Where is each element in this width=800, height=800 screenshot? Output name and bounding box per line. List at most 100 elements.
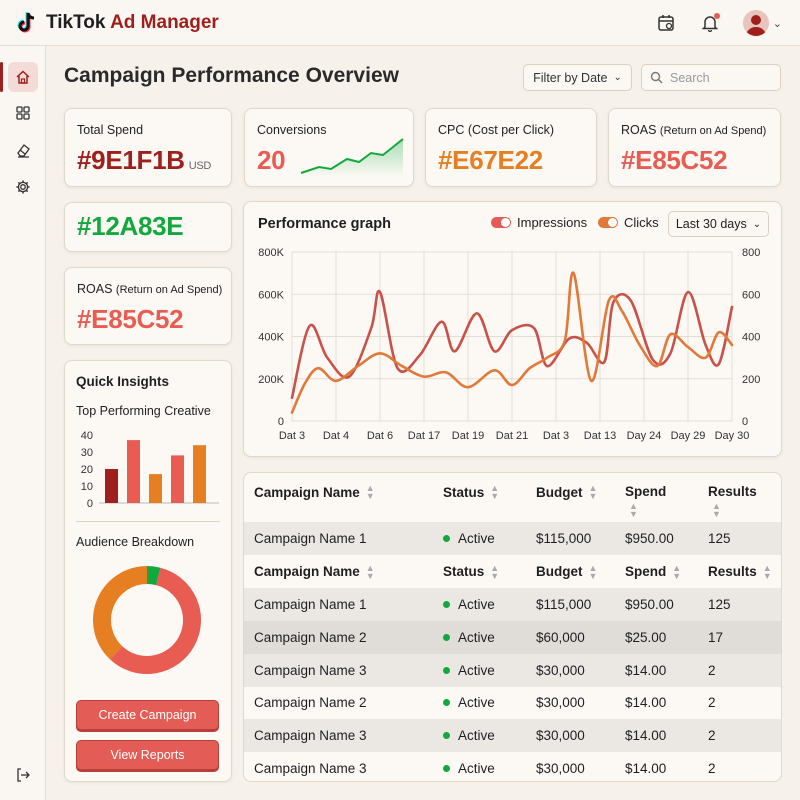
- kpi-card-roas[interactable]: ROAS (Return on Ad Spend) #E85C52: [608, 108, 781, 187]
- campaign-name-cell[interactable]: Campaign Name 3: [254, 752, 367, 781]
- column-header-budget[interactable]: Budget ▲ ▼: [536, 484, 598, 501]
- table-row[interactable]: Campaign Name 3 Active $30,000 $14.00 2: [244, 752, 781, 781]
- legend-impressions[interactable]: Impressions: [491, 215, 587, 230]
- app-logo[interactable]: TikTok Ad Manager: [14, 10, 219, 36]
- user-menu[interactable]: ⌄: [742, 10, 782, 36]
- kpi-card-conversions[interactable]: Conversions 20: [244, 108, 414, 187]
- sidebar-item-creative[interactable]: [8, 135, 38, 165]
- bar-y-tick-label: 40: [81, 430, 93, 442]
- table-row[interactable]: Campaign Name 1 Active $115,000 $950.00 125: [244, 588, 781, 621]
- status-cell: Active: [443, 654, 495, 687]
- column-header-campaign-name[interactable]: Campaign Name ▲ ▼: [254, 484, 375, 501]
- campaign-name-cell[interactable]: Campaign Name 1: [254, 522, 367, 555]
- budget-cell: $30,000: [536, 686, 585, 719]
- y-right-tick-label: 400: [742, 332, 760, 344]
- campaign-name-cell-text: Campaign Name 1: [254, 597, 367, 612]
- column-header-results[interactable]: Results ▲ ▼: [708, 484, 757, 519]
- kpi-card-roas-secondary[interactable]: ROAS (Return on Ad Spend) #E85C52: [64, 267, 232, 345]
- spend-cell: $950.00: [625, 522, 674, 555]
- status-cell: Active: [443, 522, 495, 555]
- date-range-select[interactable]: Last 30 days ⌄: [668, 211, 769, 237]
- filter-by-date-button[interactable]: Filter by Date ⌄: [523, 64, 632, 91]
- budget-cell-text: $30,000: [536, 695, 585, 710]
- search-icon: [650, 71, 663, 84]
- sort-icon[interactable]: ▲ ▼: [589, 563, 598, 580]
- column-header-label: Campaign Name: [254, 484, 360, 500]
- sidebar-item-settings[interactable]: [8, 172, 38, 202]
- budget-cell-text: $115,000: [536, 531, 592, 546]
- audience-donut-chart: [93, 566, 201, 674]
- bell-icon[interactable]: [699, 12, 721, 34]
- sort-icon[interactable]: ▲ ▼: [366, 563, 375, 580]
- status-cell: Active: [443, 588, 495, 621]
- column-header-budget[interactable]: Budget ▲ ▼: [536, 555, 597, 588]
- app-title-part1: TikTok: [46, 11, 106, 33]
- column-header-campaign-name[interactable]: Campaign Name ▲ ▼: [254, 555, 375, 588]
- calendar-icon[interactable]: [655, 12, 677, 34]
- table-row[interactable]: Campaign Name 3 Active $30,000 $14.00 2: [244, 654, 781, 687]
- chevron-down-icon: ⌄: [772, 17, 782, 30]
- toggle-icon: [598, 217, 618, 228]
- view-reports-button[interactable]: View Reports: [76, 740, 219, 770]
- sidebar-item-logout[interactable]: [8, 760, 38, 790]
- sidebar-item-dashboard[interactable]: [8, 98, 38, 128]
- column-header-spend[interactable]: Spend ▲ ▼: [625, 555, 681, 588]
- budget-cell-text: $30,000: [536, 728, 585, 743]
- table-header-row: Campaign Name ▲ ▼ Status ▲ ▼ Budget ▲ ▼ Spend ▲ ▼ Re…: [244, 555, 781, 588]
- x-tick-label: Day 29: [671, 430, 706, 442]
- status-dot-icon: [443, 535, 450, 542]
- column-header-status[interactable]: Status ▲ ▼: [443, 484, 499, 501]
- campaign-name-cell[interactable]: Campaign Name 3: [254, 719, 367, 752]
- spend-cell-text: $14.00: [625, 695, 667, 710]
- search-box[interactable]: [641, 64, 781, 91]
- kpi-value: #9E1F1B: [77, 145, 185, 175]
- campaign-name-cell[interactable]: Campaign Name 2: [254, 621, 367, 654]
- sort-icon[interactable]: ▲ ▼: [672, 563, 681, 580]
- create-campaign-button[interactable]: Create Campaign: [76, 700, 219, 730]
- kpi-label: ROAS: [621, 123, 657, 137]
- campaign-name-cell[interactable]: Campaign Name 1: [254, 588, 367, 621]
- table-row[interactable]: Campaign Name 1 Active $115,000 $950.00 125: [244, 522, 781, 555]
- kpi-card-cpc[interactable]: CPC (Cost per Click) #E67E22: [425, 108, 597, 187]
- column-header-results[interactable]: Results ▲ ▼: [708, 555, 772, 588]
- sort-icon[interactable]: ▲ ▼: [366, 484, 375, 501]
- x-tick-label: Dat 6: [367, 430, 393, 442]
- filter-label: Filter by Date: [533, 70, 608, 85]
- x-tick-label: Day 30: [715, 430, 750, 442]
- kpi-card-extra[interactable]: #12A83E: [64, 202, 232, 252]
- campaign-name-cell-text: Campaign Name 3: [254, 663, 367, 678]
- column-header-label: Status: [443, 484, 485, 500]
- column-header-status[interactable]: Status ▲ ▼: [443, 555, 499, 588]
- results-cell: 17: [708, 621, 723, 654]
- sort-icon[interactable]: ▲ ▼: [629, 502, 638, 519]
- logout-icon: [17, 768, 30, 782]
- x-tick-label: Dat 4: [323, 430, 349, 442]
- status-dot-icon: [443, 634, 450, 641]
- column-header-spend[interactable]: Spend ▲ ▼: [625, 484, 666, 519]
- sidebar-active-indicator: [0, 62, 3, 92]
- spend-cell-text: $950.00: [625, 531, 674, 546]
- bar-y-tick-label: 10: [81, 481, 93, 493]
- sidebar-item-home[interactable]: [8, 62, 38, 92]
- spend-cell: $25.00: [625, 621, 666, 654]
- search-input[interactable]: [670, 70, 770, 85]
- sort-icon[interactable]: ▲ ▼: [589, 484, 598, 501]
- top-bar: TikTok Ad Manager ⌄: [0, 0, 800, 46]
- sort-icon[interactable]: ▲ ▼: [490, 484, 499, 501]
- spend-cell-text: $14.00: [625, 728, 667, 743]
- campaign-table: Campaign Name ▲ ▼ Status ▲ ▼ Budget ▲ ▼ Spend ▲ ▼ Re…: [243, 472, 782, 782]
- sort-icon[interactable]: ▲ ▼: [763, 563, 772, 580]
- sort-icon[interactable]: ▲ ▼: [490, 563, 499, 580]
- status-cell-text: Active: [458, 531, 495, 546]
- chevron-down-icon: ⌄: [752, 218, 762, 230]
- table-row[interactable]: Campaign Name 2 Active $60,000 $25.00 17: [244, 621, 781, 654]
- sort-icon[interactable]: ▲ ▼: [712, 502, 721, 519]
- legend-clicks[interactable]: Clicks: [598, 215, 659, 230]
- status-dot-icon: [443, 765, 450, 772]
- kpi-card-total-spend[interactable]: Total Spend #9E1F1B USD: [64, 108, 232, 187]
- table-row[interactable]: Campaign Name 3 Active $30,000 $14.00 2: [244, 719, 781, 752]
- avatar: [742, 10, 769, 36]
- campaign-name-cell[interactable]: Campaign Name 3: [254, 654, 367, 687]
- table-row[interactable]: Campaign Name 2 Active $30,000 $14.00 2: [244, 686, 781, 719]
- campaign-name-cell[interactable]: Campaign Name 2: [254, 686, 367, 719]
